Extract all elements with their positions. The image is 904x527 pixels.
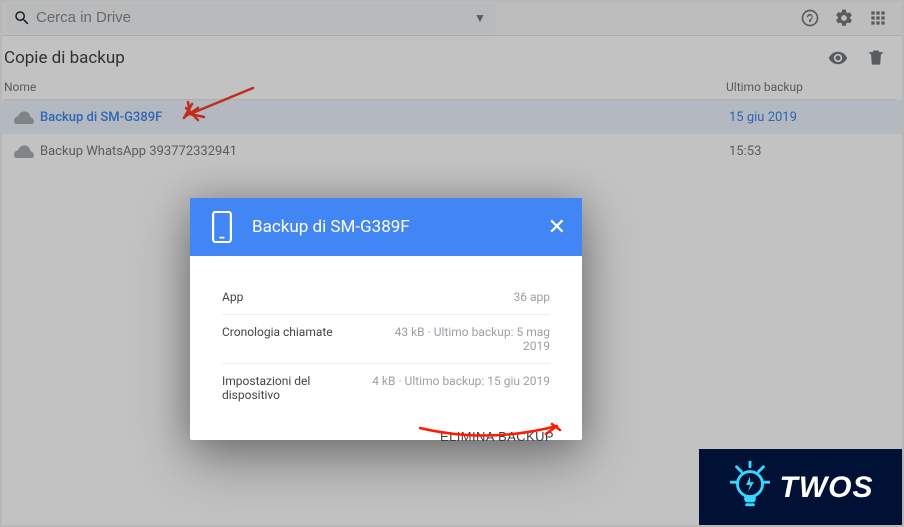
- section-value: 36 app: [367, 290, 550, 304]
- cloud-icon: [14, 110, 40, 124]
- column-last-backup: Ultimo backup: [726, 80, 896, 95]
- close-icon[interactable]: ✕: [548, 215, 566, 240]
- page-title: Copie di backup: [4, 48, 125, 68]
- search-input[interactable]: [32, 5, 470, 30]
- table-header: Nome Ultimo backup: [4, 80, 896, 100]
- section-value: 43 kB · Ultimo backup: 5 mag 2019: [367, 325, 550, 353]
- top-bar: ▼: [0, 0, 904, 36]
- dialog-body: App 36 app Cronologia chiamate 43 kB · U…: [190, 256, 582, 412]
- phone-icon: [206, 211, 238, 243]
- logo-text: TWOS: [780, 471, 874, 505]
- row-date: 15:53: [729, 144, 904, 159]
- chevron-down-icon[interactable]: ▼: [470, 8, 490, 28]
- column-name: Nome: [4, 80, 726, 95]
- trash-icon[interactable]: [866, 48, 886, 68]
- eye-icon[interactable]: [828, 48, 848, 68]
- row-name: Backup WhatsApp 393772332941: [40, 144, 729, 159]
- backup-section: App 36 app: [222, 280, 550, 315]
- section-value: 4 kB · Ultimo backup: 15 giu 2019: [367, 374, 550, 402]
- section-label: Cronologia chiamate: [222, 325, 367, 353]
- dialog-footer: ELIMINA BACKUP: [190, 412, 582, 445]
- backup-section: Cronologia chiamate 43 kB · Ultimo backu…: [222, 315, 550, 364]
- backup-details-dialog: Backup di SM-G389F ✕ App 36 app Cronolog…: [190, 198, 582, 440]
- watermark-logo: TWOS: [699, 449, 904, 527]
- topbar-actions: [800, 8, 896, 28]
- table-row[interactable]: Backup WhatsApp 393772332941 15:53: [0, 134, 904, 168]
- bulb-icon: [730, 461, 770, 515]
- delete-backup-button[interactable]: ELIMINA BACKUP: [440, 429, 554, 444]
- table-row[interactable]: Backup di SM-G389F 15 giu 2019: [0, 100, 904, 134]
- search-icon[interactable]: [12, 8, 32, 28]
- dialog-title: Backup di SM-G389F: [252, 217, 548, 237]
- backup-section: Impostazioni del dispositivo 4 kB · Ulti…: [222, 364, 550, 412]
- cloud-icon: [14, 144, 40, 158]
- page-actions: [828, 48, 896, 68]
- help-icon[interactable]: [800, 8, 820, 28]
- dialog-header: Backup di SM-G389F ✕: [190, 198, 582, 256]
- gear-icon[interactable]: [834, 8, 854, 28]
- page-header: Copie di backup: [4, 42, 896, 74]
- row-name: Backup di SM-G389F: [40, 110, 729, 125]
- apps-icon[interactable]: [868, 8, 888, 28]
- search-box[interactable]: ▼: [6, 3, 496, 33]
- section-label: App: [222, 290, 367, 304]
- section-label: Impostazioni del dispositivo: [222, 374, 367, 402]
- row-date: 15 giu 2019: [729, 110, 904, 125]
